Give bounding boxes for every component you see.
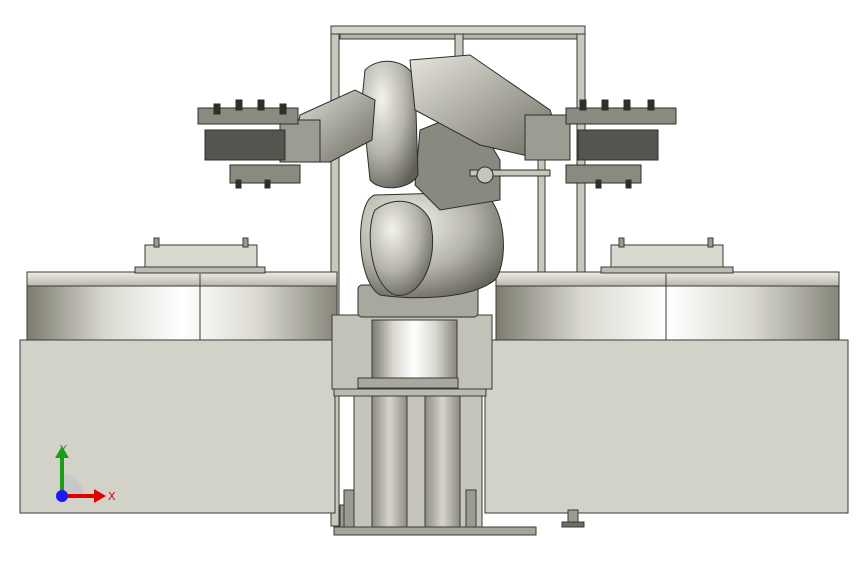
x-axis-label: X — [108, 490, 116, 503]
cad-viewport[interactable]: Y X — [0, 0, 867, 562]
right-station — [484, 237, 849, 528]
y-axis-label: Y — [59, 443, 67, 456]
robot-cell-model[interactable] — [0, 0, 867, 562]
right-gripper — [565, 99, 677, 189]
z-axis-dot — [56, 490, 68, 502]
left-gripper — [197, 99, 301, 189]
coordinate-triad: Y X — [55, 443, 116, 503]
x-axis-arrowhead — [94, 489, 106, 503]
